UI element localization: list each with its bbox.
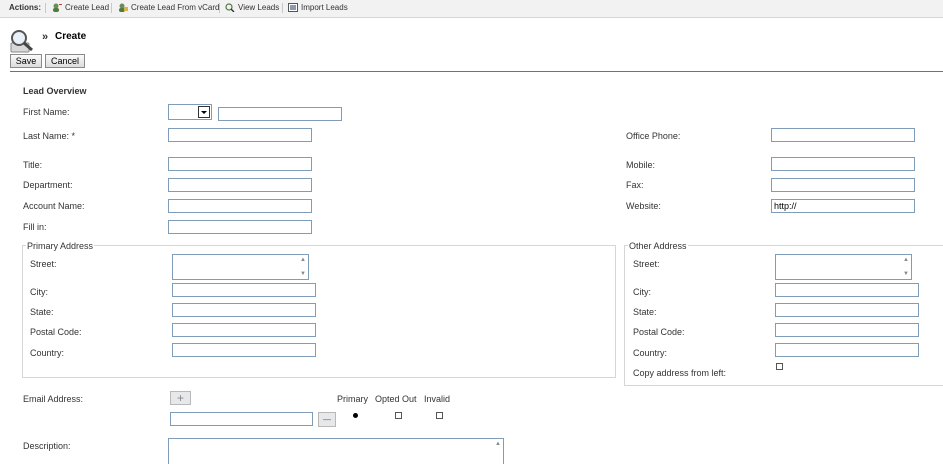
copy-address-checkbox[interactable] — [776, 363, 783, 370]
office-phone-input[interactable] — [771, 128, 915, 142]
email-primary-radio[interactable] — [353, 413, 358, 418]
vcard-icon — [119, 3, 128, 12]
title-label: Title: — [23, 160, 43, 170]
email-primary-header: Primary — [337, 394, 368, 404]
department-label: Department: — [23, 180, 73, 190]
scrollbar[interactable]: ▲ — [493, 439, 503, 464]
scrollbar[interactable]: ▲ ▼ — [901, 255, 911, 279]
other-state-label: State: — [633, 307, 657, 317]
view-leads-icon — [225, 3, 235, 12]
primary-country-label: Country: — [30, 348, 65, 358]
primary-state-label: State: — [30, 307, 54, 317]
email-invalid-header: Invalid — [424, 394, 451, 404]
website-label: Website: — [626, 201, 661, 211]
actions-label: Actions: — [9, 3, 41, 12]
save-button[interactable]: Save — [10, 54, 42, 68]
create-lead-label: Create Lead — [65, 3, 110, 12]
cancel-button[interactable]: Cancel — [45, 54, 85, 68]
import-leads-link[interactable]: Import Leads — [288, 3, 348, 12]
magnifier-icon — [10, 30, 33, 53]
primary-city-input[interactable] — [172, 283, 316, 297]
breadcrumb-chevron: » — [42, 31, 49, 43]
separator — [45, 3, 46, 13]
primary-postal-code-input[interactable] — [172, 323, 316, 337]
scrollbar[interactable]: ▲ ▼ — [298, 255, 308, 279]
department-input[interactable] — [168, 178, 312, 192]
salutation-select[interactable] — [168, 104, 212, 120]
primary-street-textarea[interactable]: ▲ ▼ — [172, 254, 309, 280]
view-leads-link[interactable]: View Leads — [225, 3, 279, 12]
primary-country-input[interactable] — [172, 343, 316, 357]
primary-street-label: Street: — [30, 259, 57, 269]
other-postal-code-input[interactable] — [775, 323, 919, 337]
import-leads-label: Import Leads — [301, 3, 348, 12]
other-city-input[interactable] — [775, 283, 919, 297]
copy-address-label: Copy address from left: — [633, 368, 727, 378]
fax-input[interactable] — [771, 178, 915, 192]
primary-postal-code-label: Postal Code: — [30, 327, 82, 337]
page-title: Create — [55, 31, 87, 42]
fill-in-label: Fill in: — [23, 222, 47, 232]
email-opted-out-header: Opted Out — [375, 394, 417, 404]
separator — [111, 3, 112, 13]
title-input[interactable] — [168, 157, 312, 171]
other-country-label: Country: — [633, 348, 668, 358]
fill-in-input[interactable] — [168, 220, 312, 234]
other-city-label: City: — [633, 287, 651, 297]
header-divider — [10, 71, 943, 72]
create-lead-vcard-label: Create Lead From vCard — [131, 3, 220, 12]
account-name-input[interactable] — [168, 199, 312, 213]
email-input[interactable] — [170, 412, 313, 426]
other-country-input[interactable] — [775, 343, 919, 357]
other-street-label: Street: — [633, 259, 660, 269]
remove-email-button[interactable]: — — [318, 412, 336, 427]
first-name-input[interactable] — [218, 107, 342, 121]
primary-address-legend: Primary Address — [26, 241, 95, 251]
email-opted-out-checkbox[interactable] — [395, 412, 402, 419]
import-icon — [288, 3, 298, 12]
other-address-legend: Other Address — [628, 241, 688, 251]
actions-bar: Actions: Create Lead Create Lead From vC… — [0, 0, 943, 18]
last-name-label: Last Name: * — [23, 131, 76, 141]
add-email-button[interactable]: + — [170, 391, 191, 405]
description-label: Description: — [23, 441, 71, 451]
mobile-label: Mobile: — [626, 160, 656, 170]
last-name-input[interactable] — [168, 128, 312, 142]
create-lead-link[interactable]: Create Lead — [52, 3, 109, 12]
section-title: Lead Overview — [23, 86, 87, 96]
account-name-label: Account Name: — [23, 201, 85, 211]
create-lead-vcard-link[interactable]: Create Lead From vCard — [118, 3, 219, 12]
other-postal-code-label: Postal Code: — [633, 327, 685, 337]
website-input[interactable] — [771, 199, 915, 213]
email-invalid-checkbox[interactable] — [436, 412, 443, 419]
primary-state-input[interactable] — [172, 303, 316, 317]
office-phone-label: Office Phone: — [626, 131, 681, 141]
description-textarea[interactable]: ▲ — [168, 438, 504, 464]
other-street-textarea[interactable]: ▲ ▼ — [775, 254, 912, 280]
separator — [282, 3, 283, 13]
first-name-label: First Name: — [23, 107, 70, 117]
other-state-input[interactable] — [775, 303, 919, 317]
fax-label: Fax: — [626, 180, 644, 190]
view-leads-label: View Leads — [238, 3, 280, 12]
primary-address-fieldset — [22, 245, 616, 378]
chevron-down-icon — [198, 106, 210, 118]
email-address-label: Email Address: — [23, 394, 84, 404]
primary-city-label: City: — [30, 287, 48, 297]
separator — [219, 3, 220, 13]
mobile-input[interactable] — [771, 157, 915, 171]
create-lead-icon — [53, 3, 62, 12]
